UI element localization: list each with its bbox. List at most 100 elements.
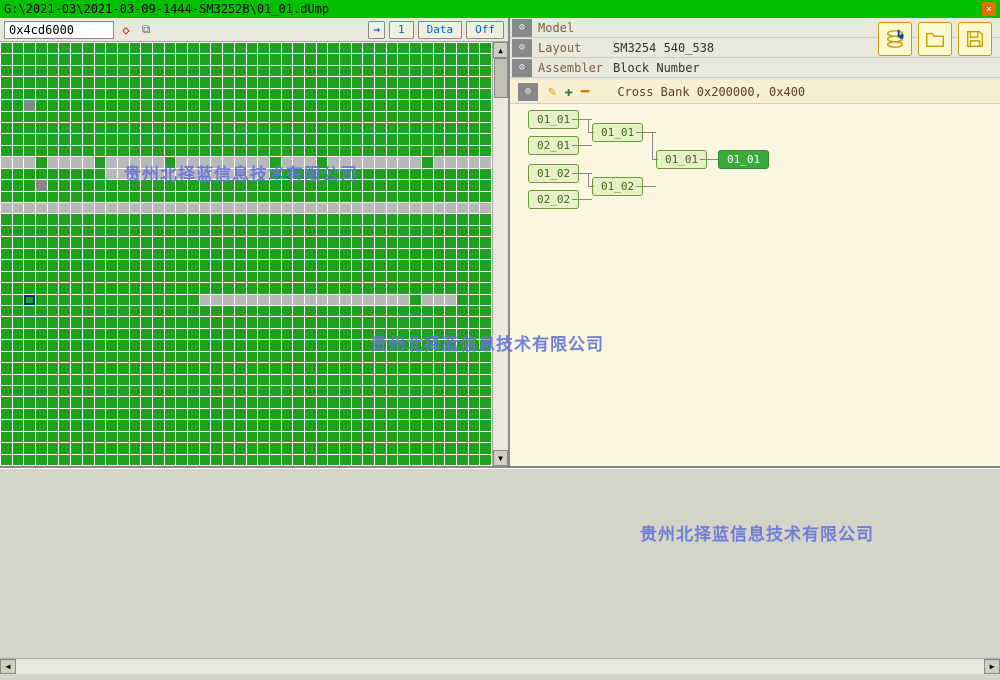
block-cell[interactable]	[176, 112, 187, 122]
block-cell[interactable]	[328, 203, 339, 213]
block-cell[interactable]	[422, 66, 433, 76]
block-cell[interactable]	[375, 375, 386, 385]
block-cell[interactable]	[83, 283, 94, 293]
horizontal-scrollbar[interactable]: ◀ ▶	[0, 658, 1000, 674]
block-cell[interactable]	[282, 375, 293, 385]
block-cell[interactable]	[130, 306, 141, 316]
block-cell[interactable]	[445, 43, 456, 53]
block-cell[interactable]	[176, 214, 187, 224]
block-cell[interactable]	[48, 146, 59, 156]
block-cell[interactable]	[305, 363, 316, 373]
block-cell[interactable]	[293, 157, 304, 167]
block-cell[interactable]	[469, 409, 480, 419]
block-cell[interactable]	[71, 317, 82, 327]
block-cell[interactable]	[480, 100, 491, 110]
block-cell[interactable]	[153, 409, 164, 419]
block-cell[interactable]	[141, 237, 152, 247]
block-cell[interactable]	[434, 43, 445, 53]
block-cell[interactable]	[235, 203, 246, 213]
block-cell[interactable]	[153, 317, 164, 327]
block-cell[interactable]	[375, 134, 386, 144]
block-cell[interactable]	[36, 54, 47, 64]
block-cell[interactable]	[130, 260, 141, 270]
block-cell[interactable]	[317, 420, 328, 430]
block-cell[interactable]	[387, 192, 398, 202]
block-cell[interactable]	[422, 54, 433, 64]
block-cell[interactable]	[469, 329, 480, 339]
block-cell[interactable]	[387, 134, 398, 144]
block-cell[interactable]	[387, 409, 398, 419]
block-cell[interactable]	[95, 260, 106, 270]
block-cell[interactable]	[48, 409, 59, 419]
block-cell[interactable]	[141, 112, 152, 122]
block-cell[interactable]	[200, 123, 211, 133]
add-icon[interactable]: ✚	[564, 84, 572, 100]
block-cell[interactable]	[1, 329, 12, 339]
block-cell[interactable]	[95, 283, 106, 293]
block-cell[interactable]	[340, 169, 351, 179]
block-cell[interactable]	[1, 203, 12, 213]
block-cell[interactable]	[211, 295, 222, 305]
block-cell[interactable]	[422, 43, 433, 53]
block-cell[interactable]	[235, 386, 246, 396]
block-cell[interactable]	[71, 169, 82, 179]
block-cell[interactable]	[1, 112, 12, 122]
block-cell[interactable]	[48, 249, 59, 259]
block-cell[interactable]	[328, 66, 339, 76]
block-cell[interactable]	[200, 43, 211, 53]
block-cell[interactable]	[71, 409, 82, 419]
block-cell[interactable]	[188, 180, 199, 190]
block-cell[interactable]	[223, 192, 234, 202]
block-cell[interactable]	[270, 283, 281, 293]
block-cell[interactable]	[211, 54, 222, 64]
block-cell[interactable]	[235, 409, 246, 419]
block-cell[interactable]	[340, 112, 351, 122]
block-cell[interactable]	[270, 317, 281, 327]
block-cell[interactable]	[36, 180, 47, 190]
block-cell[interactable]	[13, 66, 24, 76]
block-cell[interactable]	[305, 409, 316, 419]
block-cell[interactable]	[24, 420, 35, 430]
block-cell[interactable]	[410, 226, 421, 236]
block-cell[interactable]	[36, 283, 47, 293]
block-cell[interactable]	[445, 443, 456, 453]
block-cell[interactable]	[200, 260, 211, 270]
block-cell[interactable]	[363, 375, 374, 385]
block-cell[interactable]	[106, 89, 117, 99]
block-cell[interactable]	[457, 340, 468, 350]
block-cell[interactable]	[118, 375, 129, 385]
block-cell[interactable]	[211, 180, 222, 190]
block-cell[interactable]	[398, 272, 409, 282]
block-cell[interactable]	[24, 295, 35, 305]
block-cell[interactable]	[410, 66, 421, 76]
block-cell[interactable]	[469, 260, 480, 270]
block-cell[interactable]	[223, 283, 234, 293]
block-cell[interactable]	[200, 89, 211, 99]
block-cell[interactable]	[305, 89, 316, 99]
block-cell[interactable]	[165, 169, 176, 179]
block-cell[interactable]	[247, 100, 258, 110]
block-cell[interactable]	[328, 123, 339, 133]
block-cell[interactable]	[434, 443, 445, 453]
block-cell[interactable]	[293, 306, 304, 316]
block-cell[interactable]	[13, 306, 24, 316]
block-cell[interactable]	[422, 409, 433, 419]
block-cell[interactable]	[95, 54, 106, 64]
block-cell[interactable]	[24, 134, 35, 144]
block-cell[interactable]	[422, 397, 433, 407]
block-cell[interactable]	[293, 134, 304, 144]
block-cell[interactable]	[469, 432, 480, 442]
block-cell[interactable]	[223, 203, 234, 213]
block-cell[interactable]	[480, 329, 491, 339]
block-cell[interactable]	[363, 317, 374, 327]
block-cell[interactable]	[387, 306, 398, 316]
block-cell[interactable]	[188, 237, 199, 247]
block-cell[interactable]	[48, 180, 59, 190]
block-cell[interactable]	[118, 123, 129, 133]
block-cell[interactable]	[211, 77, 222, 87]
block-cell[interactable]	[106, 295, 117, 305]
block-cell[interactable]	[457, 249, 468, 259]
block-cell[interactable]	[410, 283, 421, 293]
block-cell[interactable]	[410, 409, 421, 419]
vertical-scrollbar[interactable]: ▲ ▼	[492, 42, 508, 466]
